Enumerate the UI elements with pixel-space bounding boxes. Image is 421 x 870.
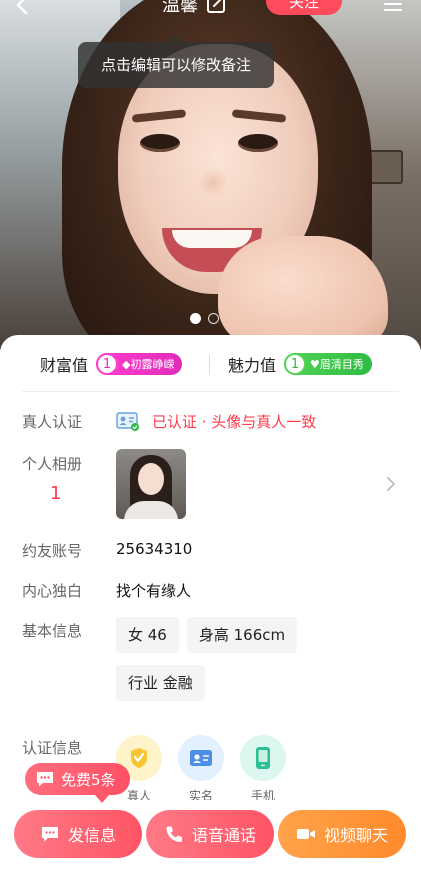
charm-label: 魅力值 [228,356,277,375]
video-chat-label: 视频聊天 [323,826,388,845]
send-message-label: 发信息 [67,826,116,845]
wealth-stat[interactable]: 财富值 1 ◆ 初露峥嵘 [40,349,183,379]
diamond-icon: ◆ [122,357,131,371]
monologue-value: 找个有缘人 [116,582,192,600]
photo-nose [198,168,228,198]
cert-real-name[interactable] [178,735,224,781]
album-count: 1 [50,483,62,504]
video-camera-icon [296,829,315,839]
pager-dot[interactable] [208,313,219,324]
basic-info-label: 基本信息 [22,622,83,640]
account-value: 25634310 [116,540,193,558]
edit-hint-tooltip: 点击编辑可以修改备注 [78,35,274,88]
real-name-card-icon [190,750,212,766]
phone-icon [256,747,270,769]
industry-tag: 行业 金融 [116,665,205,701]
top-bar: 温馨 关注 [0,0,421,20]
gallery-pager [190,313,219,324]
more-menu-icon[interactable] [382,0,404,14]
album-label: 个人相册 [22,455,83,473]
voice-call-button[interactable]: 语音通话 [146,810,274,858]
page-title: 温馨 [162,0,198,16]
charm-level-badge: 1 ♥ 眉清目秀 [284,353,372,375]
chevron-right-icon[interactable] [384,475,398,493]
profile-photo[interactable]: 温馨 关注 点击编辑可以修改备注 [0,0,421,350]
video-chat-button[interactable]: 视频聊天 [278,810,406,858]
divider [22,391,399,392]
pager-dot-active[interactable] [190,313,201,324]
monologue-label: 内心独白 [22,582,83,600]
free-messages-badge: 免费5条 [25,763,130,803]
follow-button[interactable]: 关注 [266,0,342,15]
chat-bubble-icon [37,772,53,787]
heart-icon: ♥ [310,357,320,371]
stats-row: 财富值 1 ◆ 初露峥嵘 魅力值 1 ♥ 眉清目秀 [0,349,421,379]
message-icon [41,827,58,842]
edit-icon[interactable] [206,0,226,14]
charm-stat[interactable]: 魅力值 1 ♥ 眉清目秀 [228,349,372,379]
basic-info-tags-row2: 行业 金融 [116,665,213,701]
charm-level-title: 眉清目秀 [319,358,364,371]
cert-info-label: 认证信息 [22,739,83,757]
wealth-level-badge: 1 ◆ 初露峥嵘 [96,353,183,375]
thumb-face [138,463,164,495]
phone-call-icon [166,826,182,842]
real-person-badge-icon [131,748,147,768]
wealth-level-number: 1 [96,353,119,375]
stats-divider [209,355,210,375]
back-arrow-icon[interactable] [12,0,34,16]
gender-age-tag: 女 46 [116,617,179,653]
voice-call-label: 语音通话 [191,826,256,845]
verify-label: 真人认证 [22,413,83,431]
photo-hand [218,236,388,346]
bottom-action-bar: 发信息 语音通话 视频聊天 [0,800,421,870]
basic-info-tags: 女 46 身高 166cm [116,617,305,653]
free-messages-text: 免费5条 [61,770,116,789]
photo-teeth [172,230,252,248]
album-photo-thumbnail[interactable] [116,449,186,519]
wealth-label: 财富值 [40,356,89,375]
wealth-level-title: 初露峥嵘 [130,358,175,371]
charm-level-number: 1 [284,353,307,375]
height-tag: 身高 166cm [186,617,298,653]
photo-eye-right [238,134,278,152]
photo-eye-left [140,134,180,152]
id-card-icon [116,412,139,431]
account-label: 约友账号 [22,542,83,560]
cert-phone[interactable] [240,735,286,781]
title-area[interactable]: 温馨 [162,0,226,16]
verify-status: 已认证 · 头像与真人一致 [152,413,317,431]
send-message-button[interactable]: 发信息 [14,810,142,858]
